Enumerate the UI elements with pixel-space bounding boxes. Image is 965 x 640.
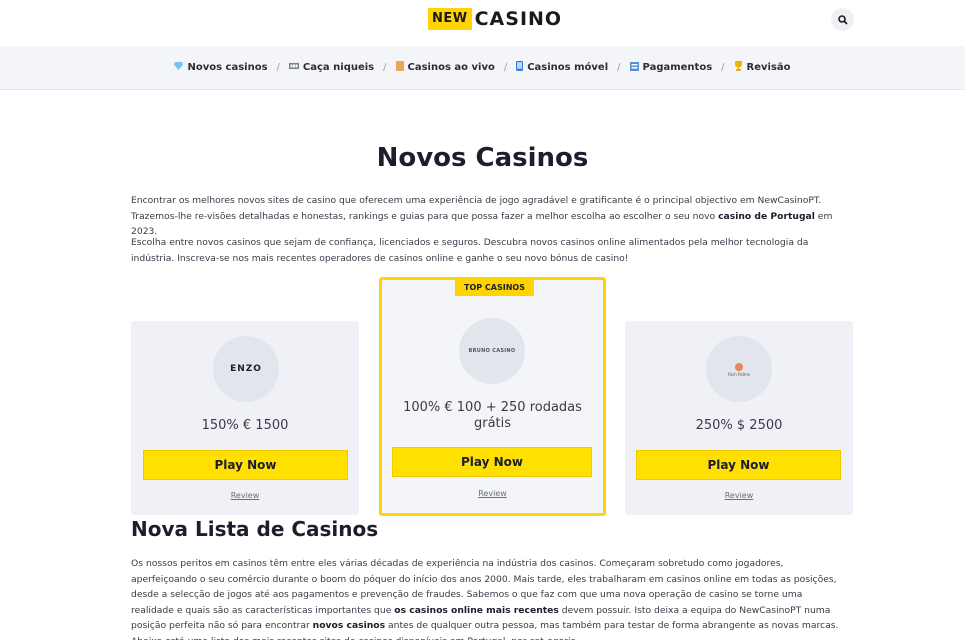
nav-item-pagamentos[interactable]: Pagamentos xyxy=(629,61,713,74)
section-link[interactable]: os casinos online mais recentes xyxy=(394,605,559,616)
section-title: Nova Lista de Casinos xyxy=(131,517,379,541)
casino-logo-text: ENZO xyxy=(230,364,262,374)
casino-bonus: 100% € 100 + 250 rodadas grátis xyxy=(403,400,582,431)
casino-card-bruno xyxy=(379,277,606,516)
nav-separator: / xyxy=(617,62,621,73)
main-nav: Novos casinos / Caça niqueis / Casinos a… xyxy=(0,46,965,90)
logo-new-badge: NEW xyxy=(428,8,472,30)
live-icon xyxy=(395,61,404,74)
nav-item-casinos-ao-vivo[interactable]: Casinos ao vivo xyxy=(395,61,495,74)
intro-paragraph-2: Escolha entre novos casinos que sejam de… xyxy=(131,237,809,264)
review-link[interactable]: Review xyxy=(131,491,359,500)
nav-item-label: Caça niqueis xyxy=(302,62,375,73)
nav-separator: / xyxy=(721,62,725,73)
nav-item-caca-niqueis[interactable]: Caça niqueis xyxy=(288,62,375,73)
top-header: NEW CASINO xyxy=(0,0,965,46)
nav-item-revisao[interactable]: Revisão xyxy=(734,61,791,74)
nav-item-label: Revisão xyxy=(746,62,791,73)
page-title: Novos Casinos xyxy=(376,143,589,173)
intro-link[interactable]: casino de Portugal xyxy=(718,211,815,222)
nav-separator: / xyxy=(383,62,387,73)
nav-item-novos-casinos[interactable]: Novos casinos xyxy=(174,62,268,73)
casino-logo[interactable]: BRUNO CASINO xyxy=(459,318,525,384)
site-logo[interactable]: NEW CASINO xyxy=(428,8,562,30)
search-button[interactable] xyxy=(831,8,854,31)
top-casinos-badge: TOP CASINOS xyxy=(455,279,534,296)
nav-item-label: Pagamentos xyxy=(642,62,713,73)
nav-separator: / xyxy=(503,62,508,73)
nav-item-label: Casinos móvel xyxy=(527,62,609,73)
nav-item-casinos-movel[interactable]: Casinos móvel xyxy=(516,61,608,74)
casino-bonus: 150% € 1500 xyxy=(201,418,289,433)
nav-item-label: Casinos ao vivo xyxy=(407,62,495,73)
play-now-button[interactable]: Play Now xyxy=(392,447,592,477)
section-link[interactable]: novos casinos xyxy=(313,620,385,631)
play-now-button[interactable]: Play Now xyxy=(143,450,348,480)
trophy-icon xyxy=(734,61,743,74)
logo-casino-text: CASINO xyxy=(474,8,563,30)
slot-icon xyxy=(288,62,299,73)
search-icon xyxy=(837,14,848,25)
casino-logo-text: Rich Palms xyxy=(728,371,750,377)
payment-icon xyxy=(629,61,639,74)
review-link[interactable]: Review xyxy=(625,491,853,500)
review-link[interactable]: Review xyxy=(379,489,606,498)
casino-bonus: 250% $ 2500 xyxy=(695,418,783,433)
mobile-icon xyxy=(516,61,524,74)
casino-logo-mark: Rich Palms xyxy=(728,362,750,377)
nav-item-label: Novos casinos xyxy=(187,62,268,73)
intro-paragraph-1: Encontrar os melhores novos sites de cas… xyxy=(131,193,847,240)
play-now-button[interactable]: Play Now xyxy=(636,450,841,480)
casino-logo-text: BRUNO CASINO xyxy=(468,348,516,354)
nav-separator: / xyxy=(276,62,280,73)
casino-logo[interactable]: Rich Palms xyxy=(706,336,772,402)
palm-icon xyxy=(734,362,743,371)
section-paragraph: Os nossos peritos em casinos têm entre e… xyxy=(131,556,847,640)
diamond-icon xyxy=(174,62,184,73)
casino-logo[interactable]: ENZO xyxy=(213,336,279,402)
